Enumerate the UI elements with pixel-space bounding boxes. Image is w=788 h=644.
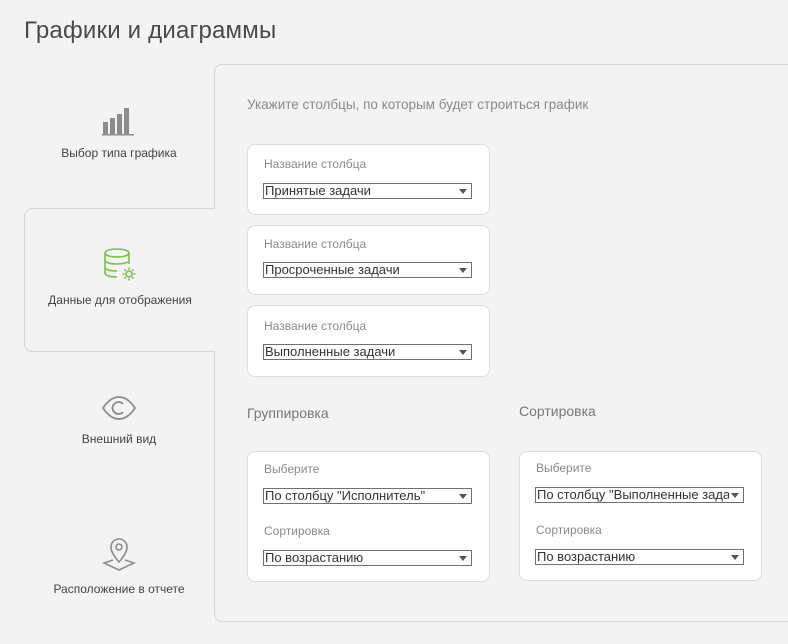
page-title: Графики и диаграммы [24, 17, 277, 44]
location-pin-icon [101, 538, 137, 571]
column-select[interactable]: Выполненные задачи [263, 344, 472, 360]
sorting-title: Сортировка [519, 403, 596, 419]
database-settings-icon [104, 248, 136, 281]
step-location[interactable]: Расположение в отчете [24, 536, 214, 596]
step-chart-type[interactable]: Выбор типа графика [24, 106, 214, 160]
sorting-sort-select[interactable]: По возрастанию [535, 549, 744, 565]
grouping-select[interactable]: По столбцу "Исполнитель" [263, 488, 472, 504]
eye-icon [101, 396, 137, 420]
step-appearance[interactable]: Внешний вид [24, 394, 214, 446]
step-label: Расположение в отчете [53, 582, 185, 596]
step-label: Внешний вид [81, 432, 157, 446]
chevron-down-icon [459, 494, 467, 499]
bar-chart-icon [102, 108, 134, 136]
column-select[interactable]: Просроченные задачи [263, 262, 472, 278]
column-name-label: Название столбца [264, 319, 367, 333]
sorting-select[interactable]: По столбцу "Выполненные задачи" [535, 487, 744, 503]
chevron-down-icon [731, 493, 739, 498]
panel-hint: Укажите столбцы, по которым будет строит… [247, 97, 589, 112]
sorting-select-label: Выберите [536, 461, 592, 475]
chevron-down-icon [459, 189, 467, 194]
column-card: Название столбца Просроченные задачи [247, 225, 490, 295]
grouping-title: Группировка [247, 405, 329, 421]
column-card: Название столбца Принятые задачи [247, 144, 490, 215]
chevron-down-icon [459, 556, 467, 561]
step-label: Выбор типа графика [61, 146, 177, 160]
step-label: Данные для отображения [48, 293, 192, 307]
step-data[interactable]: Данные для отображения [24, 208, 215, 352]
column-name-label: Название столбца [264, 157, 367, 171]
column-name-label: Название столбца [264, 237, 367, 251]
column-select[interactable]: Принятые задачи [263, 183, 472, 199]
chevron-down-icon [459, 268, 467, 273]
sorting-card: Выберите По столбцу "Выполненные задачи"… [519, 451, 762, 581]
sorting-sort-label: Сортировка [536, 523, 602, 537]
column-card: Название столбца Выполненные задачи [247, 305, 490, 377]
grouping-sort-label: Сортировка [264, 524, 330, 538]
grouping-card: Выберите По столбцу "Исполнитель" Сортир… [247, 451, 490, 582]
chevron-down-icon [459, 350, 467, 355]
chevron-down-icon [731, 555, 739, 560]
grouping-sort-select[interactable]: По возрастанию [263, 550, 472, 566]
grouping-select-label: Выберите [264, 462, 320, 476]
